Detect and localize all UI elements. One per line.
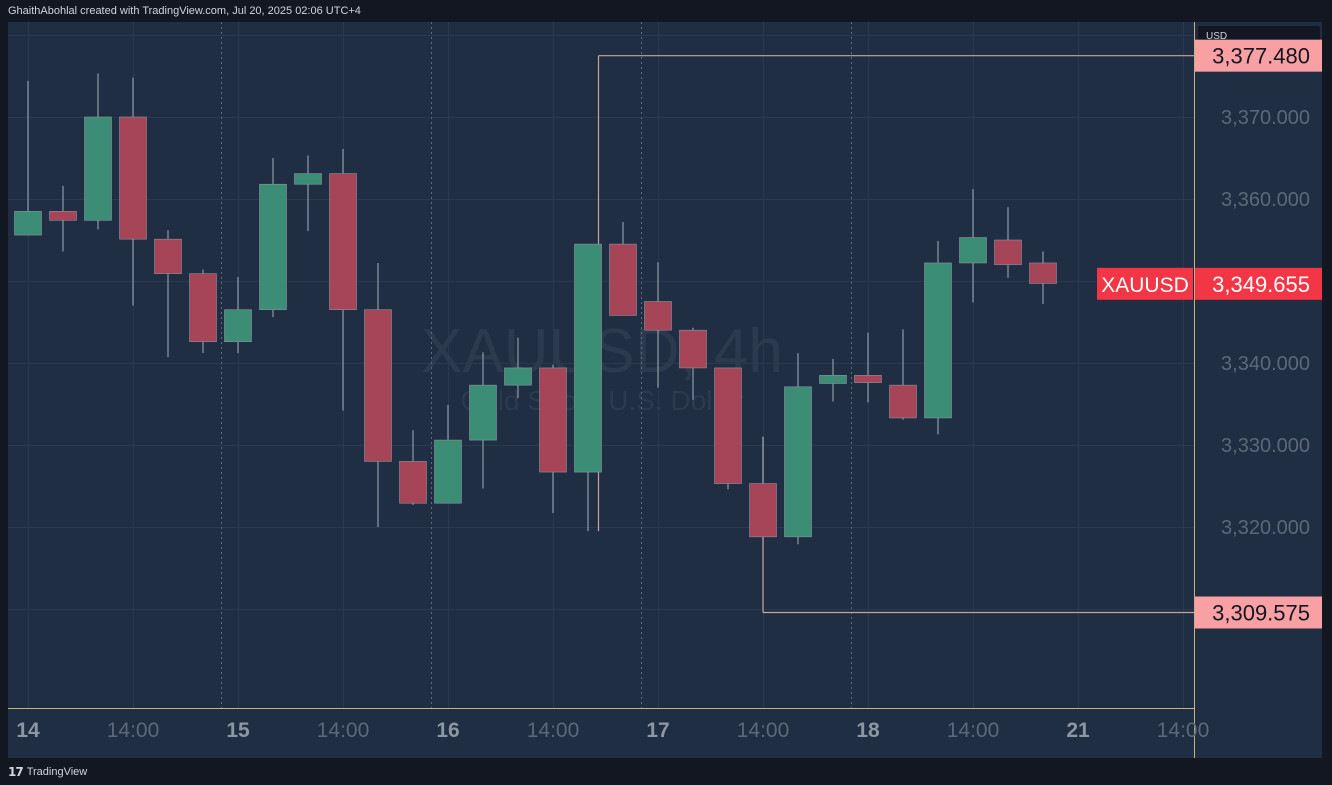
candle-body-down <box>539 367 567 473</box>
candle-body-up <box>959 237 987 264</box>
candle-body-down <box>329 173 357 310</box>
time-tick-label: 18 <box>856 719 880 742</box>
price-tick-label: 3,330.000 <box>1221 435 1310 457</box>
last-price-label: 3,349.655 <box>1195 267 1322 300</box>
candle-body-up <box>84 116 112 221</box>
candle-body-up <box>924 262 952 419</box>
time-tick-label: 17 <box>646 719 669 742</box>
watermark-description: Gold Spot / U.S. Dollar <box>460 385 743 416</box>
time-tick-label: 14:00 <box>107 719 160 742</box>
candle-body-down <box>714 367 742 484</box>
time-tick-label: 14:00 <box>947 719 1000 742</box>
candle-body-down <box>119 116 147 240</box>
candle-body-up <box>504 367 532 386</box>
candle-body-up <box>819 374 847 384</box>
candle-body-up <box>784 386 812 538</box>
symbol-label: XAUUSD <box>1097 267 1193 300</box>
symbol-label-text: XAUUSD <box>1101 274 1189 297</box>
tradingview-logo-icon: 17 <box>8 765 24 779</box>
candle-body-down <box>994 239 1022 265</box>
time-tick-label: 15 <box>226 719 250 742</box>
candle-body-down <box>644 301 672 331</box>
time-tick-label: 14 <box>16 719 40 742</box>
time-tick-label: 14:00 <box>737 719 790 742</box>
footer-bar <box>0 758 1332 785</box>
candle-body-down <box>749 483 777 538</box>
candle-body-up <box>294 173 322 185</box>
time-tick-label: 14:00 <box>1157 719 1210 742</box>
time-tick-label: 16 <box>436 719 459 742</box>
candle-body-up <box>14 211 42 236</box>
time-tick-label: 14:00 <box>527 719 580 742</box>
candle-body-down <box>364 309 392 462</box>
range-low-label-text: 3,309.575 <box>1212 600 1310 625</box>
candle-body-up <box>224 309 252 342</box>
range-high-label: 3,377.480 <box>1195 39 1322 72</box>
candle-body-down <box>154 238 182 274</box>
price-tick-label: 3,340.000 <box>1221 353 1310 375</box>
tradingview-logo[interactable]: 17 TradingView <box>8 765 87 779</box>
price-tick-label: 3,360.000 <box>1221 189 1310 211</box>
candle-body-down <box>49 211 77 221</box>
price-tick-label: 3,370.000 <box>1221 107 1310 129</box>
candle-body-up <box>259 183 287 311</box>
last-price-label-text: 3,349.655 <box>1212 272 1310 297</box>
price-tick-label: 3,320.000 <box>1221 517 1310 539</box>
range-low-label: 3,309.575 <box>1195 596 1322 629</box>
candle-body-down <box>1029 262 1057 284</box>
candle[interactable] <box>924 240 952 435</box>
candle-body-down <box>189 273 217 342</box>
time-tick-label: 21 <box>1066 719 1090 742</box>
candle-body-up <box>434 439 462 504</box>
candle[interactable] <box>189 269 217 354</box>
candle-body-down <box>609 243 637 316</box>
tradingview-logo-text: TradingView <box>26 766 88 778</box>
candle-body-down <box>399 461 427 504</box>
candlestick-chart[interactable]: XAUUSD, 4h Gold Spot / U.S. Dollar 3,380… <box>0 0 1332 785</box>
candle-body-down <box>889 384 917 419</box>
time-tick-label: 14:00 <box>317 719 370 742</box>
candle-body-down <box>854 374 882 383</box>
candle-body-up <box>469 384 497 441</box>
candle-body-down <box>679 329 707 369</box>
candle-body-up <box>574 243 602 473</box>
candle[interactable] <box>714 367 742 490</box>
range-high-label-text: 3,377.480 <box>1212 44 1310 69</box>
